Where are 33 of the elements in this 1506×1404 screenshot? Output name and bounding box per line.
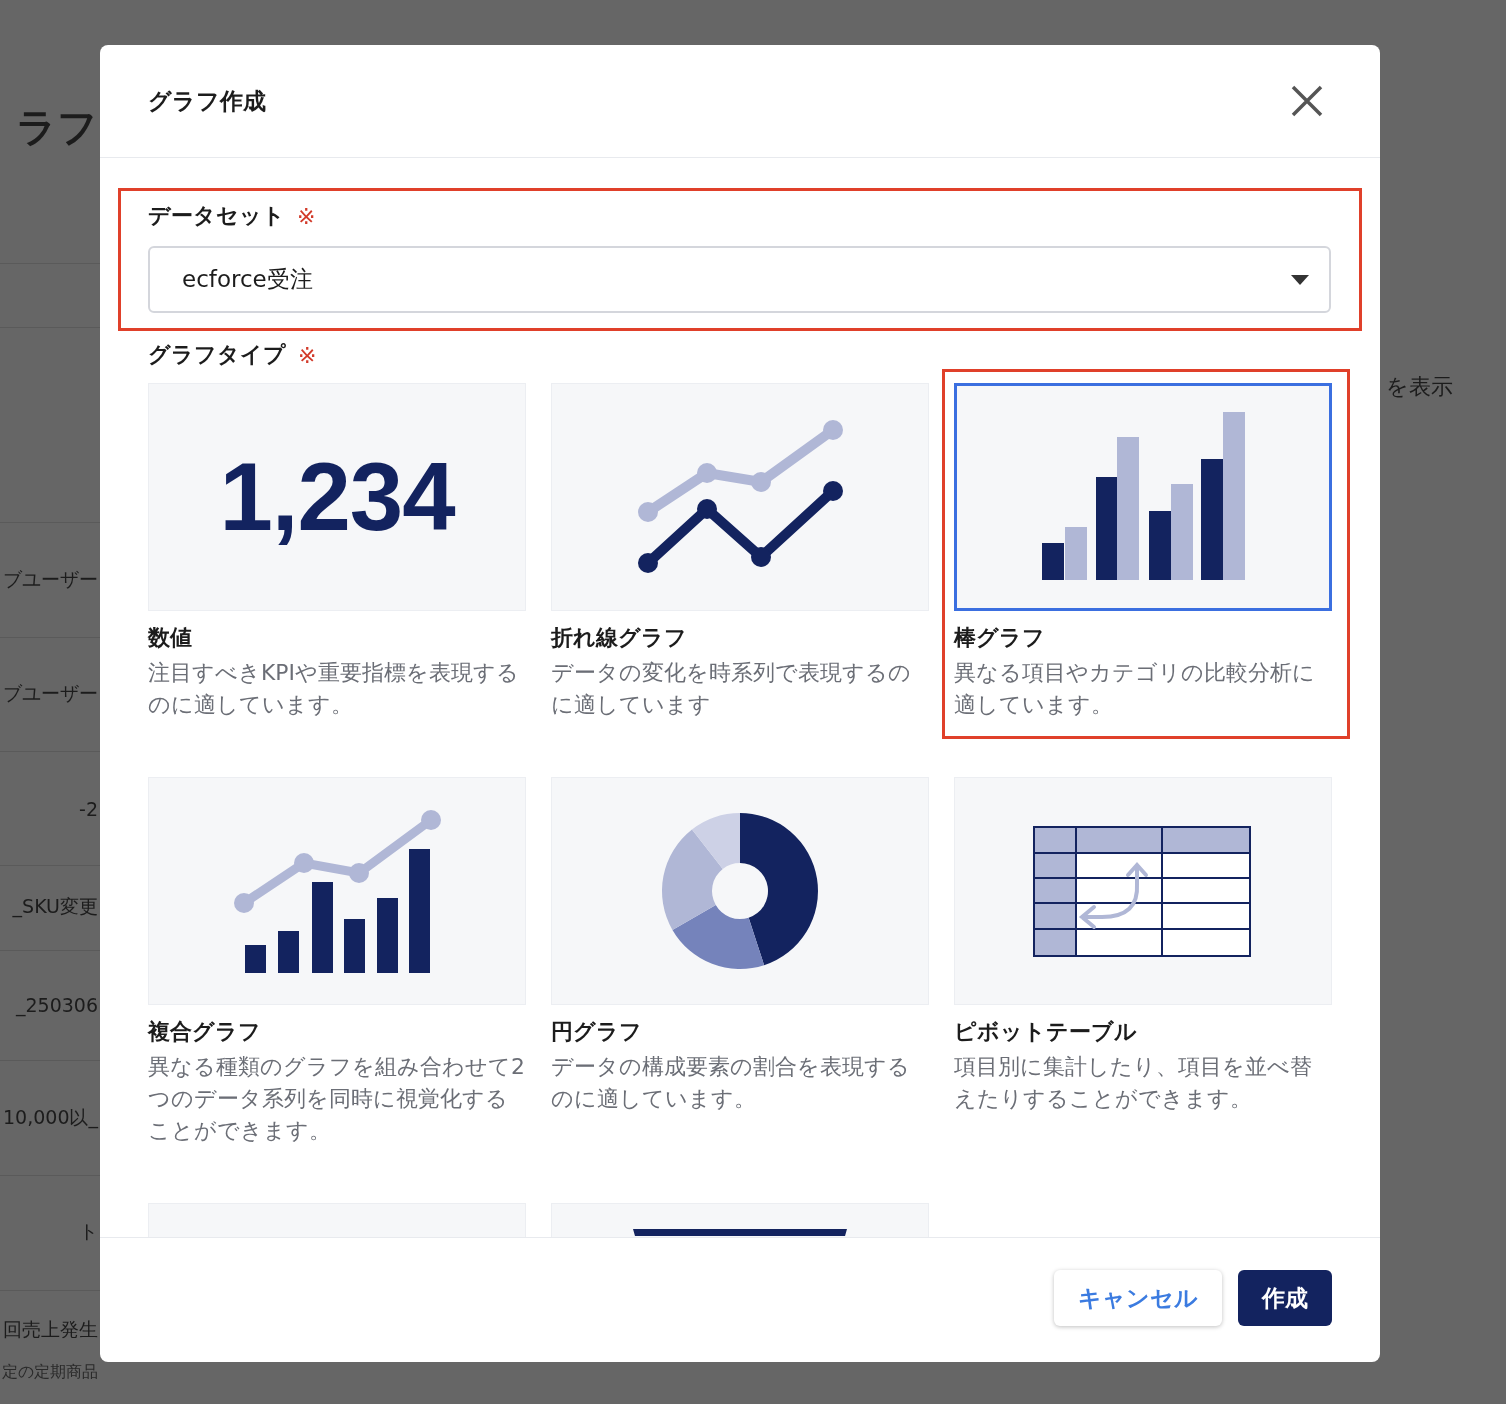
list-item-text: 10,000以_ bbox=[3, 1105, 98, 1131]
option-description: データの構成要素の割合を表現するのに適しています。 bbox=[551, 1053, 911, 1113]
required-mark: ※ bbox=[297, 203, 316, 229]
list-item-subtext: 定の定期商品 bbox=[2, 1361, 98, 1383]
list-item-text: -2 bbox=[79, 798, 98, 820]
option-description: 注目すべきKPIや重要指標を表現するのに適しています。 bbox=[148, 659, 520, 719]
option-description: 異なる種類のグラフを組み合わせて2つのデータ系列を同時に視覚化することができます。 bbox=[148, 1053, 526, 1145]
graph-type-option[interactable]: 1,234 bbox=[148, 383, 526, 611]
list-item-text: _SKU変更 bbox=[12, 894, 98, 920]
list-item-text: ブユーザー bbox=[3, 681, 98, 706]
field-label: グラフタイプ bbox=[148, 341, 286, 369]
required-mark: ※ bbox=[298, 342, 317, 368]
create-button[interactable]: 作成 bbox=[1238, 1270, 1332, 1326]
list-item-text: ブユーザー bbox=[3, 567, 98, 592]
page-title: ラフ bbox=[16, 102, 98, 152]
option-title: 数値 bbox=[148, 624, 193, 652]
page-text: を表示 bbox=[1386, 373, 1453, 401]
option-title: 折れ線グラフ bbox=[551, 624, 688, 652]
option-title: 複合グラフ bbox=[148, 1018, 262, 1046]
list-item-text: 回売上発生 bbox=[3, 1317, 98, 1342]
cancel-button[interactable]: キャンセル bbox=[1054, 1270, 1222, 1326]
option-title: 円グラフ bbox=[551, 1018, 643, 1046]
option-description: データの変化を時系列で表現するのに適しています bbox=[551, 659, 912, 719]
list-item-text: ト bbox=[79, 1219, 98, 1244]
field-label: データセット bbox=[148, 202, 285, 230]
dataset-select[interactable]: ecforce受注 bbox=[148, 246, 1331, 313]
option-description: 異なる項目やカテゴリの比較分析に適しています。 bbox=[954, 659, 1316, 719]
list-item-text: _250306 bbox=[15, 994, 98, 1016]
number-preview: 1,234 bbox=[219, 442, 455, 552]
option-title: 棒グラフ bbox=[954, 624, 1046, 652]
option-description: 項目別に集計したり、項目を並べ替えたりすることができます。 bbox=[954, 1053, 1313, 1113]
option-title: ピボットテーブル bbox=[954, 1018, 1138, 1046]
dialog-title: グラフ作成 bbox=[148, 86, 266, 116]
